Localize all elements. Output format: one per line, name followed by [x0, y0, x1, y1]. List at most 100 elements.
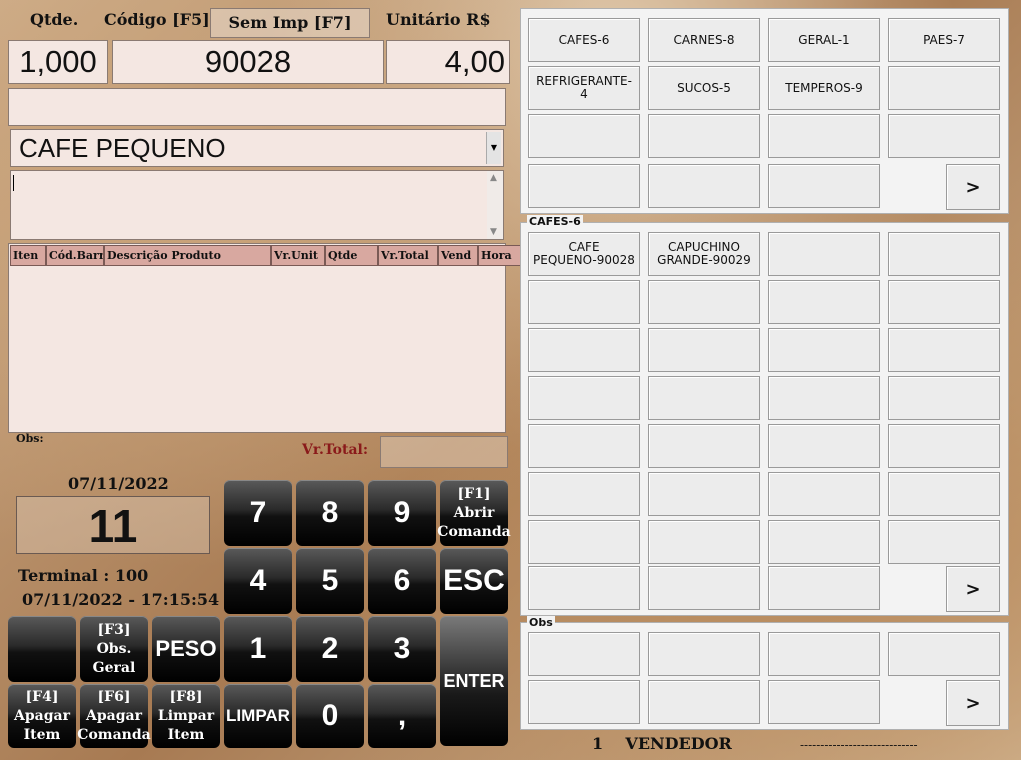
- products-panel-title: CAFES-6: [527, 215, 583, 228]
- enter-button[interactable]: ENTER: [440, 616, 508, 746]
- group-button[interactable]: [888, 66, 1000, 110]
- product-button[interactable]: [768, 232, 880, 276]
- key-2[interactable]: 2: [296, 616, 364, 682]
- col-codbarr[interactable]: Cód.Barr: [46, 245, 104, 266]
- product-button[interactable]: [528, 472, 640, 516]
- obs-button[interactable]: [768, 632, 880, 676]
- product-button[interactable]: [528, 520, 640, 564]
- product-button[interactable]: [648, 566, 760, 610]
- product-button[interactable]: [768, 520, 880, 564]
- unitario-field[interactable]: 4,00: [386, 40, 510, 84]
- product-button[interactable]: [648, 280, 760, 324]
- group-button[interactable]: TEMPEROS-9: [768, 66, 880, 110]
- group-button[interactable]: GERAL-1: [768, 18, 880, 62]
- product-button[interactable]: [528, 424, 640, 468]
- items-table[interactable]: Iten Cód.Barr Descrição Produto Vr.Unit …: [8, 243, 536, 433]
- key-8[interactable]: 8: [296, 480, 364, 546]
- product-button[interactable]: [768, 328, 880, 372]
- peso-button[interactable]: PESO: [152, 616, 220, 682]
- obs-button[interactable]: [528, 632, 640, 676]
- key-0[interactable]: 0: [296, 684, 364, 748]
- product-button[interactable]: [648, 424, 760, 468]
- product-button[interactable]: [888, 328, 1000, 372]
- col-qtde[interactable]: Qtde: [325, 245, 378, 266]
- group-button[interactable]: [648, 164, 760, 208]
- dropdown-arrow-icon[interactable]: ▼: [486, 132, 501, 164]
- product-button[interactable]: [648, 328, 760, 372]
- obs-button[interactable]: [648, 632, 760, 676]
- products-next-button[interactable]: >: [946, 566, 1000, 612]
- key-5[interactable]: 5: [296, 548, 364, 614]
- comanda-number: 11: [16, 496, 210, 554]
- apagar-comanda-button[interactable]: [F6] Apagar Comanda: [77, 684, 151, 748]
- group-button[interactable]: CAFES-6: [528, 18, 640, 62]
- product-button[interactable]: [768, 424, 880, 468]
- groups-next-button[interactable]: >: [946, 164, 1000, 210]
- product-button[interactable]: [888, 472, 1000, 516]
- group-button[interactable]: [528, 164, 640, 208]
- product-button[interactable]: [888, 232, 1000, 276]
- obs-button[interactable]: [648, 680, 760, 724]
- group-button[interactable]: PAES-7: [888, 18, 1000, 62]
- product-button[interactable]: [888, 520, 1000, 564]
- key-3[interactable]: 3: [368, 616, 436, 682]
- product-button[interactable]: [528, 280, 640, 324]
- group-button[interactable]: [768, 164, 880, 208]
- group-button[interactable]: [648, 114, 760, 158]
- product-button[interactable]: [768, 376, 880, 420]
- col-vrunit[interactable]: Vr.Unit: [271, 245, 325, 266]
- obs-button[interactable]: [888, 632, 1000, 676]
- esc-button[interactable]: ESC: [440, 548, 508, 614]
- scrollbar[interactable]: ▲ ▼: [487, 171, 503, 239]
- group-button[interactable]: SUCOS-5: [648, 66, 760, 110]
- product-button[interactable]: [528, 566, 640, 610]
- blank-key[interactable]: [8, 616, 76, 682]
- codigo-label: Código [F5]: [104, 10, 210, 29]
- obs-button[interactable]: [768, 680, 880, 724]
- codigo-field[interactable]: 90028: [112, 40, 384, 84]
- qtde-field[interactable]: 1,000: [8, 40, 108, 84]
- sem-imp-button[interactable]: Sem Imp [F7]: [210, 8, 370, 38]
- col-vrtotal[interactable]: Vr.Total: [378, 245, 438, 266]
- limpar-button[interactable]: LIMPAR: [224, 684, 292, 748]
- key-comma[interactable]: ,: [368, 684, 436, 748]
- product-button[interactable]: [648, 520, 760, 564]
- scroll-up-icon[interactable]: ▲: [490, 173, 497, 183]
- product-button[interactable]: [768, 472, 880, 516]
- product-button[interactable]: [648, 472, 760, 516]
- scroll-down-icon[interactable]: ▼: [490, 227, 497, 237]
- product-button[interactable]: [888, 424, 1000, 468]
- product-button[interactable]: [528, 328, 640, 372]
- apagar-item-button[interactable]: [F4] Apagar Item: [8, 684, 76, 748]
- abrir-comanda-button[interactable]: [F1] Abrir Comanda: [437, 480, 511, 546]
- obs-label: Obs:: [16, 432, 44, 445]
- product-button[interactable]: [768, 280, 880, 324]
- group-button[interactable]: CARNES-8: [648, 18, 760, 62]
- col-vend[interactable]: Vend: [438, 245, 478, 266]
- obs-button[interactable]: [528, 680, 640, 724]
- key-6[interactable]: 6: [368, 548, 436, 614]
- obs-next-button[interactable]: >: [946, 680, 1000, 726]
- product-button[interactable]: CAPUCHINO GRANDE-90029: [648, 232, 760, 276]
- product-button[interactable]: [888, 376, 1000, 420]
- group-button[interactable]: REFRIGERANTE- 4: [528, 66, 640, 110]
- obs-geral-button[interactable]: [F3] Obs. Geral: [80, 616, 148, 682]
- group-button[interactable]: [768, 114, 880, 158]
- product-button[interactable]: CAFE PEQUENO-90028: [528, 232, 640, 276]
- key-9[interactable]: 9: [368, 480, 436, 546]
- col-iten[interactable]: Iten: [10, 245, 46, 266]
- group-button[interactable]: [528, 114, 640, 158]
- key-4[interactable]: 4: [224, 548, 292, 614]
- qtde-label: Qtde.: [30, 10, 79, 29]
- product-select[interactable]: CAFE PEQUENO ▼: [10, 129, 504, 167]
- product-button[interactable]: [648, 376, 760, 420]
- key-7[interactable]: 7: [224, 480, 292, 546]
- limpar-item-button[interactable]: [F8] Limpar Item: [152, 684, 220, 748]
- col-descricao[interactable]: Descrição Produto: [104, 245, 271, 266]
- product-button[interactable]: [888, 280, 1000, 324]
- obs-textarea[interactable]: ▲ ▼: [10, 170, 504, 240]
- product-button[interactable]: [768, 566, 880, 610]
- product-button[interactable]: [528, 376, 640, 420]
- group-button[interactable]: [888, 114, 1000, 158]
- key-1[interactable]: 1: [224, 616, 292, 682]
